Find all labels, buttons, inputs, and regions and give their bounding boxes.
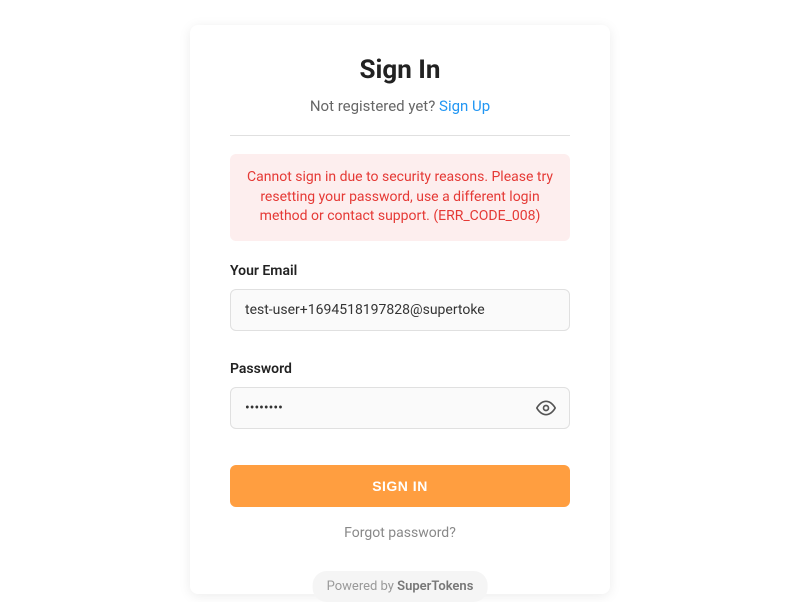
signup-prompt-text: Not registered yet?	[310, 97, 439, 115]
footer-prefix: Powered by	[327, 579, 398, 594]
forgot-password-link[interactable]: Forgot password?	[230, 525, 570, 541]
show-password-icon[interactable]	[536, 398, 556, 418]
error-message: Cannot sign in due to security reasons. …	[230, 154, 570, 241]
signup-prompt: Not registered yet? Sign Up	[230, 97, 570, 115]
signup-link[interactable]: Sign Up	[439, 97, 490, 115]
password-label: Password	[230, 361, 570, 377]
footer-brand: SuperTokens	[397, 579, 473, 594]
signin-card: Sign In Not registered yet? Sign Up Cann…	[190, 25, 610, 594]
footer-attribution: Powered by SuperTokens	[313, 571, 488, 602]
divider	[230, 135, 570, 136]
page-title: Sign In	[230, 55, 570, 85]
password-input-wrap	[230, 387, 570, 429]
email-label: Your Email	[230, 263, 570, 279]
email-input-wrap	[230, 289, 570, 331]
email-field[interactable]	[230, 289, 570, 331]
signin-button[interactable]: SIGN IN	[230, 465, 570, 507]
password-field[interactable]	[230, 387, 570, 429]
